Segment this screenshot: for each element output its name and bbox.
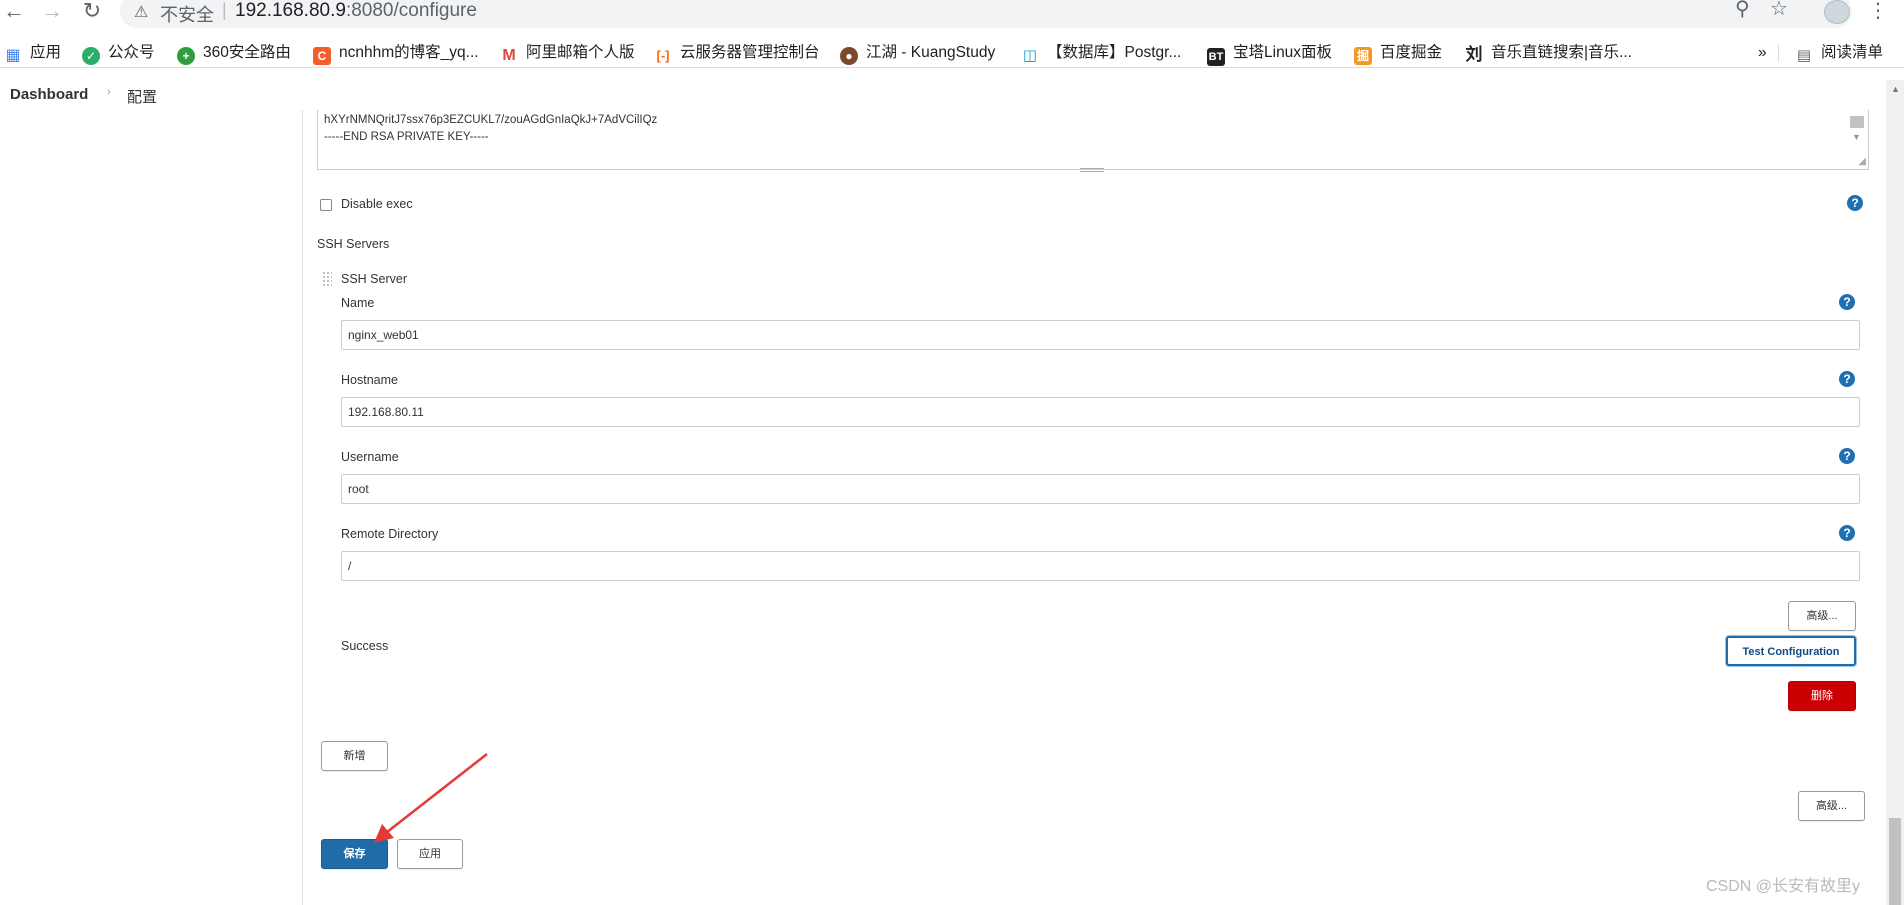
bookmark-label: 360安全路由 — [203, 44, 291, 61]
disable-exec-checkbox[interactable] — [320, 199, 332, 211]
page-scrollbar[interactable]: ▲ — [1886, 80, 1904, 905]
bookmark-360[interactable]: +360安全路由 — [177, 42, 291, 65]
help-icon[interactable]: ? — [1847, 195, 1863, 211]
bookmark-label: 江湖 - KuangStudy — [866, 44, 996, 61]
breadcrumb: Dashboard › 配置 — [0, 80, 1904, 108]
name-label: Name — [341, 296, 375, 310]
bookmark-label: 宝塔Linux面板 — [1233, 44, 1333, 61]
hostname-label: Hostname — [341, 373, 398, 387]
test-configuration-button[interactable]: Test Configuration — [1726, 636, 1856, 666]
help-icon[interactable]: ? — [1839, 525, 1855, 541]
scroll-up-arrow-icon[interactable]: ▲ — [1891, 84, 1900, 94]
disable-exec-label: Disable exec — [341, 197, 413, 211]
url-host: 192.168.80.9 — [235, 0, 346, 21]
browser-menu-icon[interactable]: ⋮ — [1868, 0, 1888, 23]
bookmark-label: 音乐直链搜索|音乐... — [1491, 44, 1632, 61]
breadcrumb-dashboard[interactable]: Dashboard — [10, 86, 88, 103]
juejin-icon: 掘 — [1354, 47, 1372, 65]
url-path: :8080/configure — [345, 0, 477, 21]
test-result-text: Success — [341, 639, 389, 653]
breadcrumb-separator: › — [107, 86, 111, 98]
key-line-2: -----END RSA PRIVATE KEY----- — [324, 131, 489, 143]
hostname-input[interactable]: 192.168.80.11 — [341, 397, 1860, 427]
private-key-textarea[interactable]: hXYrNMNQritJ7ssx76p3EZCUKL7/zouAGdGnIaQk… — [317, 110, 1869, 170]
warning-icon: ⚠ — [134, 4, 149, 21]
remote-directory-label: Remote Directory — [341, 527, 439, 541]
advanced-button-2[interactable]: 高级... — [1798, 791, 1865, 821]
360-icon: + — [177, 47, 195, 65]
bookmark-label: 应用 — [30, 44, 62, 61]
bookmark-csdn[interactable]: Cncnhhm的博客_yq... — [313, 42, 479, 65]
forward-icon[interactable]: → — [38, 0, 66, 24]
zoom-icon[interactable]: ⚲ — [1735, 0, 1750, 21]
address-bar[interactable]: ⚠ 不安全 | 192.168.80.9:8080/configure ⚲ ☆ — [120, 0, 1852, 28]
help-icon[interactable]: ? — [1839, 448, 1855, 464]
csdn-watermark: CSDN @长安有故里y — [1706, 878, 1861, 895]
bookmark-bt[interactable]: BT 宝塔Linux面板 — [1207, 42, 1333, 66]
back-icon[interactable]: ← — [0, 0, 28, 24]
bilibili-icon: ◫ — [1022, 47, 1038, 64]
bookmark-label: ncnhhm的博客_yq... — [339, 44, 479, 61]
username-input[interactable]: root — [341, 474, 1860, 504]
bookmark-kuangstudy[interactable]: ● 江湖 - KuangStudy — [840, 42, 996, 65]
help-icon[interactable]: ? — [1839, 294, 1855, 310]
breadcrumb-current[interactable]: 配置 — [127, 86, 157, 107]
resize-handle-icon[interactable]: ◢ — [1858, 156, 1866, 167]
textarea-grip-handle[interactable] — [1080, 168, 1104, 172]
bookmark-star-icon[interactable]: ☆ — [1770, 0, 1788, 21]
profile-avatar[interactable] — [1824, 0, 1850, 24]
bookmarks-more-icon[interactable]: » — [1758, 42, 1767, 64]
bookmark-label: 百度掘金 — [1380, 44, 1443, 61]
key-line-1: hXYrNMNQritJ7ssx76p3EZCUKL7/zouAGdGnIaQk… — [324, 114, 658, 126]
bookmark-apps[interactable]: ▦ 应用 — [4, 42, 61, 64]
apps-grid-icon: ▦ — [5, 47, 21, 64]
bookmark-label: 公众号 — [108, 44, 155, 61]
name-input[interactable]: nginx_web01 — [341, 320, 1860, 350]
scroll-down-arrow-icon[interactable]: ▼ — [1852, 132, 1861, 142]
url-text[interactable]: 192.168.80.9:8080/configure — [235, 0, 477, 22]
bookmark-label: 阿里邮箱个人版 — [526, 44, 635, 61]
drag-handle-icon[interactable] — [322, 271, 332, 287]
reading-list-label: 阅读清单 — [1821, 44, 1884, 61]
aliyun-mail-icon: M — [502, 47, 516, 64]
textarea-scroll-thumb[interactable] — [1850, 116, 1864, 128]
aliyun-icon: [-] — [656, 48, 670, 63]
csdn-icon: C — [313, 47, 331, 65]
page-scroll-thumb[interactable] — [1889, 818, 1901, 905]
reading-list-divider — [1778, 44, 1779, 62]
bookmark-bilibili[interactable]: ◫ 【数据库】Postgr... — [1021, 42, 1181, 64]
reload-icon[interactable]: ↻ — [78, 0, 106, 24]
username-label: Username — [341, 450, 399, 464]
bookmark-juejin[interactable]: 掘百度掘金 — [1354, 42, 1443, 65]
bookmark-label: 【数据库】Postgr... — [1047, 44, 1182, 61]
ssh-server-heading: SSH Server — [341, 272, 407, 286]
bt-icon: BT — [1207, 48, 1225, 66]
advanced-button[interactable]: 高级... — [1788, 601, 1856, 631]
side-panel-divider — [302, 110, 303, 905]
reading-list[interactable]: ▤ 阅读清单 — [1795, 42, 1883, 64]
annotation-arrow-icon — [374, 753, 488, 843]
delete-button[interactable]: 删除 — [1788, 681, 1856, 711]
address-separator: | — [222, 0, 227, 20]
insecure-label: 不安全 — [160, 5, 214, 25]
ssh-servers-heading: SSH Servers — [317, 237, 390, 251]
bookmarks-bar: ▦ 应用 ✓ 公众号 +360安全路由 Cncnhhm的博客_yq... M 阿里邮箱… — [0, 38, 1904, 68]
bookmark-label: 云服务器管理控制台 — [680, 44, 820, 61]
kuangstudy-icon: ● — [840, 47, 858, 65]
browser-toolbar: ← → ↻ ⚠ 不安全 | 192.168.80.9:8080/configur… — [0, 0, 1904, 31]
remote-directory-input[interactable]: / — [341, 551, 1860, 581]
bookmark-wechat[interactable]: ✓ 公众号 — [82, 42, 155, 65]
wechat-icon: ✓ — [82, 47, 100, 65]
bookmark-aliyun[interactable]: [-] 云服务器管理控制台 — [654, 42, 820, 64]
help-icon[interactable]: ? — [1839, 371, 1855, 387]
reading-list-icon: ▤ — [1796, 47, 1812, 64]
liu-icon: 刘 — [1465, 45, 1483, 64]
bookmark-ali-mail[interactable]: M 阿里邮箱个人版 — [500, 42, 635, 64]
bookmark-music[interactable]: 刘音乐直链搜索|音乐... — [1465, 42, 1632, 64]
